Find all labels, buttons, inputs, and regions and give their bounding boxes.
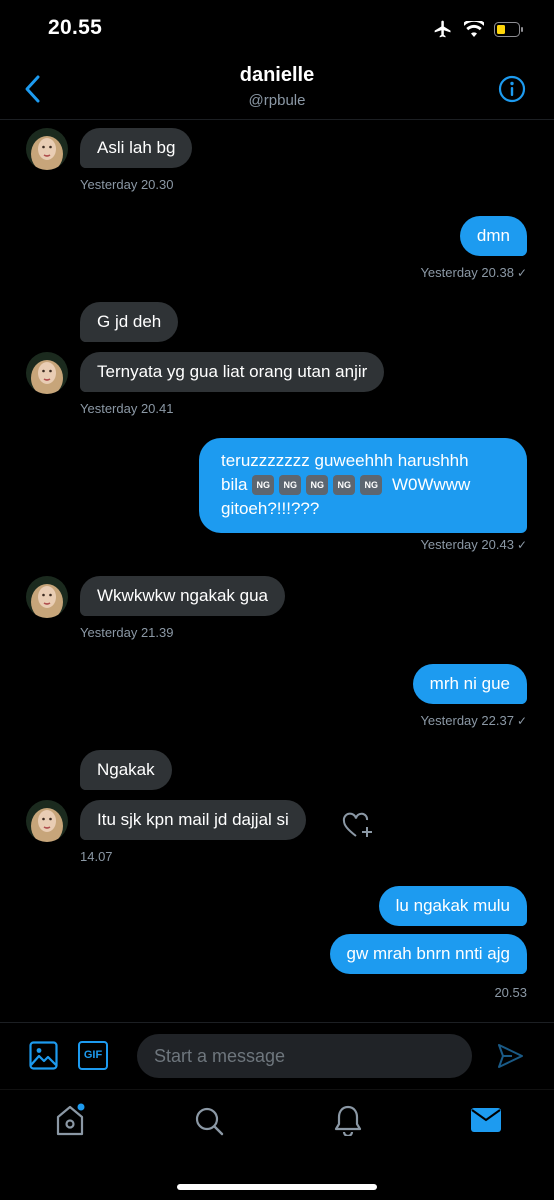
message-bubble-incoming[interactable]: Ngakak <box>80 750 172 790</box>
avatar[interactable] <box>26 800 68 842</box>
info-icon[interactable] <box>498 75 526 103</box>
conversation-handle: @rpbule <box>248 92 306 109</box>
home-icon[interactable] <box>55 1103 87 1137</box>
image-icon[interactable] <box>29 1041 58 1070</box>
home-indicator <box>177 1184 377 1190</box>
check-icon: ✓ <box>516 266 527 280</box>
message-timestamp: Yesterday 20.38 ✓ <box>420 265 527 280</box>
check-icon: ✓ <box>516 714 527 728</box>
message-bubble-outgoing[interactable]: gw mrah bnrn nnti ajg <box>329 934 527 974</box>
avatar[interactable] <box>26 576 68 618</box>
message-timestamp: 20.53 <box>494 985 527 1000</box>
message-bubble-outgoing[interactable]: mrh ni gue <box>412 664 527 704</box>
check-icon: ✓ <box>516 538 527 552</box>
message-timestamp: 14.07 <box>80 849 113 864</box>
gif-icon[interactable]: GIF <box>78 1041 108 1070</box>
message-line: teruzzzzzzz guweehhh harushhh <box>221 451 469 470</box>
avatar[interactable] <box>26 352 68 394</box>
tabbar-divider <box>0 1089 554 1090</box>
send-icon[interactable] <box>496 1042 524 1070</box>
ng-emoji: NG <box>279 475 302 495</box>
header-divider <box>0 119 554 120</box>
heart-plus-icon[interactable] <box>342 812 374 840</box>
composer-divider <box>0 1022 554 1023</box>
message-input[interactable]: Start a message <box>137 1034 472 1078</box>
airplane-icon <box>434 20 451 38</box>
message-timestamp: Yesterday 21.39 <box>80 625 174 640</box>
ng-emoji: NG <box>306 475 329 495</box>
avatar[interactable] <box>26 128 68 170</box>
ng-emoji: NG <box>360 475 383 495</box>
message-bubble-outgoing[interactable]: dmn <box>459 216 527 256</box>
ng-emoji: NG <box>252 475 275 495</box>
message-bubble-outgoing[interactable]: lu ngakak mulu <box>378 886 527 926</box>
message-bubble-incoming[interactable]: Itu sjk kpn mail jd dajjal si <box>80 800 306 840</box>
message-line: gitoeh?!!!??? <box>221 499 320 518</box>
mail-icon[interactable] <box>470 1107 502 1133</box>
wifi-icon <box>464 21 484 37</box>
status-icons <box>432 19 524 39</box>
battery-icon <box>494 21 523 37</box>
ng-emoji: NG <box>333 475 356 495</box>
message-bubble-outgoing[interactable]: teruzzzzzzz guweehhh harushhh bila NG NG N… <box>199 438 527 533</box>
message-timestamp: Yesterday 20.43 ✓ <box>420 537 527 552</box>
bell-icon[interactable] <box>333 1104 363 1136</box>
conversation-title[interactable]: danielle <box>0 64 554 87</box>
message-timestamp: Yesterday 20.30 <box>80 177 174 192</box>
status-time: 20.55 <box>48 16 103 39</box>
message-timestamp: Yesterday 22.37 ✓ <box>420 713 527 728</box>
message-bubble-incoming[interactable]: G jd deh <box>80 302 179 342</box>
message-bubble-incoming[interactable]: Wkwkwkw ngakak gua <box>80 576 286 616</box>
message-bubble-incoming[interactable]: Asli lah bg <box>80 128 193 168</box>
message-timestamp: Yesterday 20.41 <box>80 401 174 416</box>
message-line: bila NG NG NG NG NG W0Wwww <box>221 475 471 495</box>
search-icon[interactable] <box>194 1106 224 1136</box>
message-bubble-incoming[interactable]: Ternyata yg gua liat orang utan anjir <box>80 352 385 392</box>
